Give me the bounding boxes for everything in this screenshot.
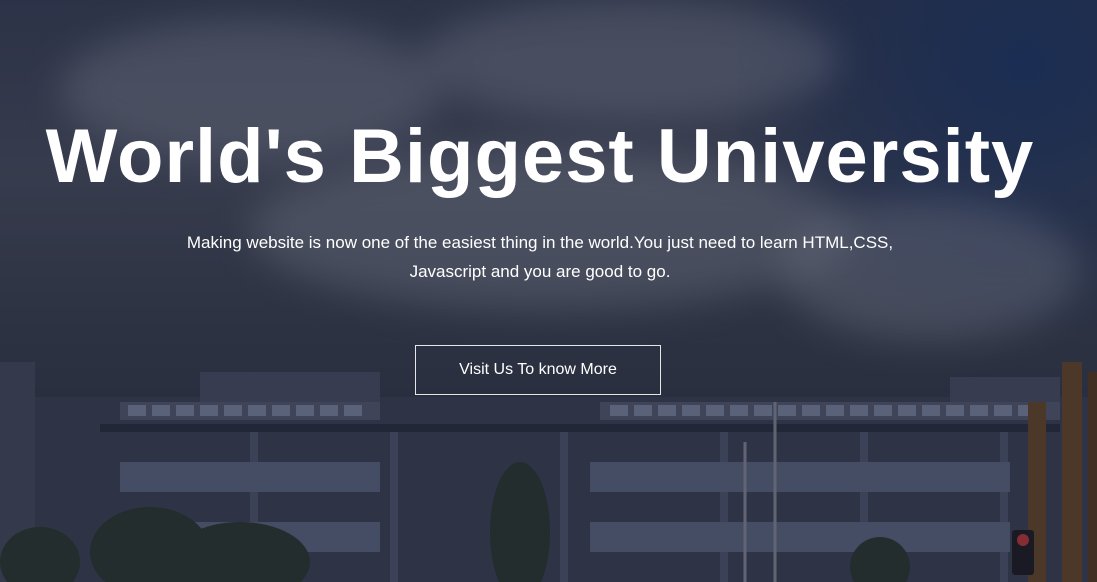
hero-subtitle: Making website is now one of the easiest…: [186, 233, 894, 281]
hero-title: World's Biggest University: [45, 114, 1035, 199]
visit-us-button[interactable]: Visit Us To know More: [415, 345, 661, 395]
hero-section: World's Biggest University Making websit…: [0, 0, 1097, 582]
hero-content: World's Biggest University Making websit…: [0, 0, 1097, 582]
